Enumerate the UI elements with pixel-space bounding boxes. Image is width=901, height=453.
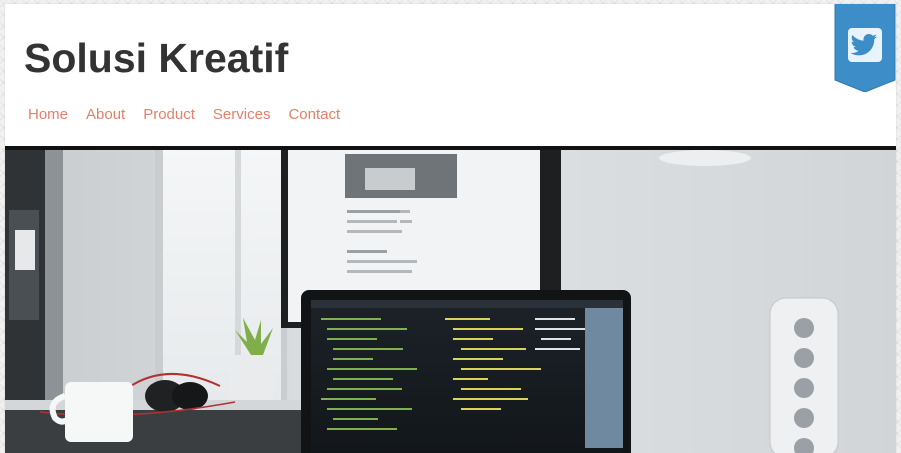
twitter-ribbon <box>834 4 896 93</box>
nav-link-services[interactable]: Services <box>213 106 271 123</box>
nav-link-contact[interactable]: Contact <box>288 106 340 123</box>
twitter-badge[interactable] <box>833 4 896 93</box>
nav-link-about[interactable]: About <box>86 106 125 123</box>
main-nav: Home About Product Services Contact <box>28 106 340 124</box>
nav-link-product[interactable]: Product <box>143 106 195 123</box>
nav-item-home: Home <box>28 106 68 124</box>
hero-image <box>5 150 896 453</box>
nav-item-product: Product <box>143 106 195 124</box>
site-title[interactable]: Solusi Kreatif <box>24 38 288 79</box>
nav-link-home[interactable]: Home <box>28 106 68 123</box>
site-header: Solusi Kreatif Home About Product Servic… <box>5 4 896 146</box>
nav-item-contact: Contact <box>288 106 340 124</box>
nav-item-about: About <box>86 106 125 124</box>
hero-banner <box>5 146 896 453</box>
nav-item-services: Services <box>213 106 271 124</box>
twitter-icon <box>848 28 882 62</box>
page: Solusi Kreatif Home About Product Servic… <box>5 4 896 453</box>
